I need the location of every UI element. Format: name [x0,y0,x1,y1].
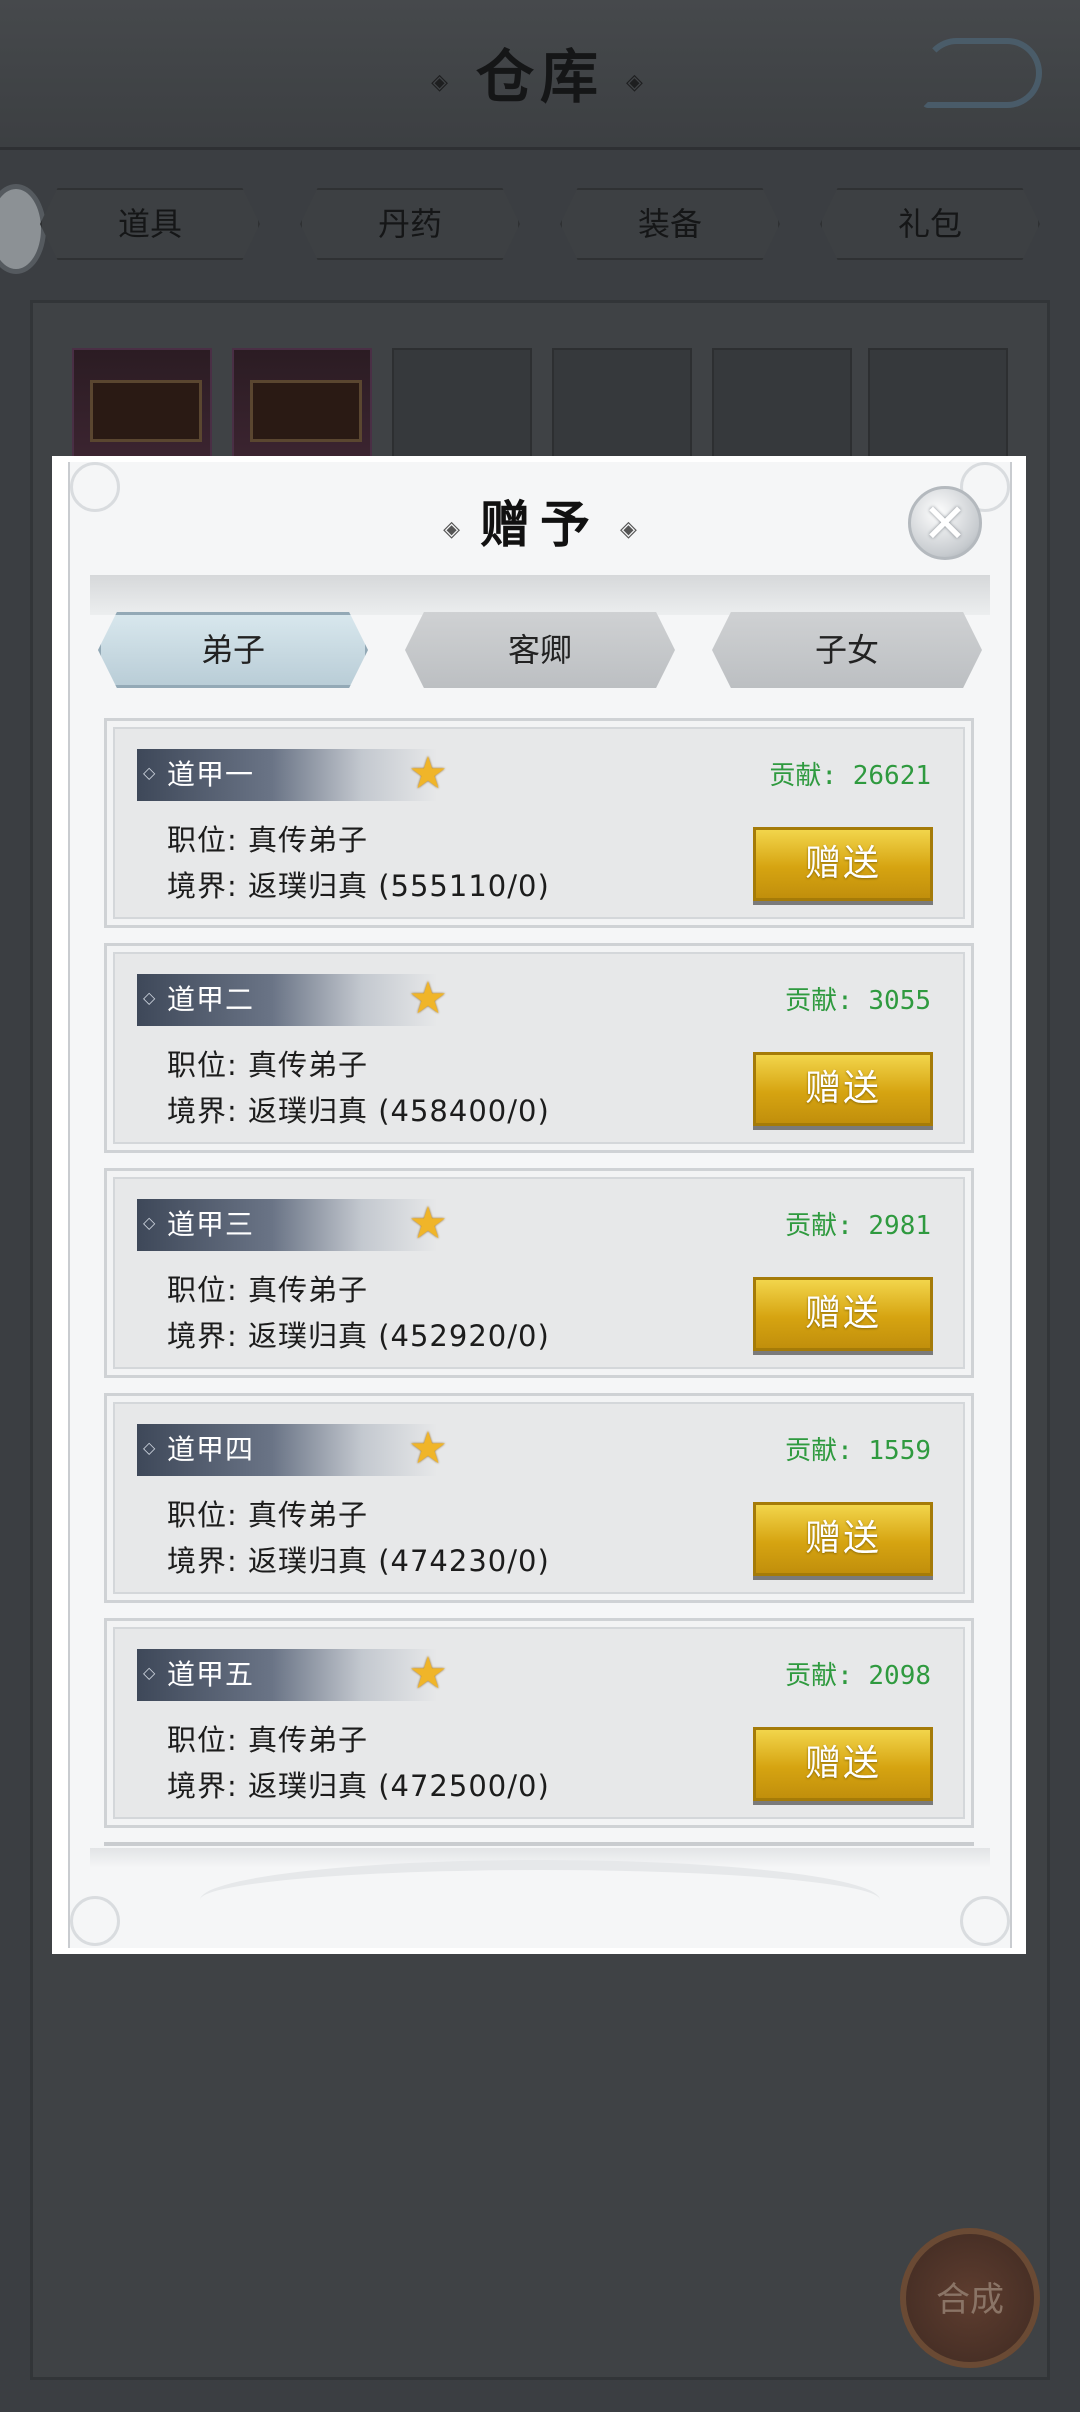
star-icon: ★ [408,1198,448,1249]
realm-text: 境界: 返璞归真 (474230/0) [167,1544,550,1578]
warehouse-tab-items[interactable]: 道具 [40,188,260,260]
empty-item-slot[interactable] [712,348,852,458]
modal-top-edge [52,456,1026,461]
diamond-ornament-icon: ◇ [143,1663,156,1682]
realm-text: 境界: 返璞归真 (452920/0) [167,1319,550,1353]
diamond-ornament-icon: ◇ [143,763,156,782]
position-text: 职位: 真传弟子 [167,1723,368,1757]
disciple-name: 道甲四 [167,1433,255,1466]
diamond-ornament-icon: ◇ [143,1438,156,1457]
diamond-ornament-icon: ◇ [143,988,156,1007]
title-divider [90,575,990,615]
disciple-card: ◇ 道甲四 ★ 贡献: 1559 职位: 真传弟子 境界: 返璞归真 (4742… [104,1393,974,1603]
contribution-value: 贡献: 2981 [785,1211,931,1241]
compose-label: 合成 [936,2280,1004,2320]
disciple-card: ◇ 道甲五 ★ 贡献: 2098 职位: 真传弟子 境界: 返璞归真 (4725… [104,1618,974,1828]
chest-item-slot[interactable] [232,348,372,458]
chest-item-slot[interactable] [72,348,212,458]
star-icon: ★ [408,1648,448,1699]
give-button[interactable]: 赠送 [753,1277,933,1351]
corner-ornament-icon [960,1896,1010,1946]
warehouse-tab-bar: 道具 丹药 装备 礼包 [0,188,1080,260]
disciple-name: 道甲一 [167,758,255,791]
position-text: 职位: 真传弟子 [167,1048,368,1082]
diamond-ornament-icon: ◈ [626,69,649,95]
star-icon: ★ [408,748,448,799]
warehouse-title: ◈ 仓库 ◈ [431,43,649,111]
diamond-ornament-icon: ◇ [143,1213,156,1232]
diamond-ornament-icon: ◈ [620,516,637,542]
close-icon: ✕ [922,492,968,555]
empty-item-slot[interactable] [868,348,1008,458]
give-button[interactable]: 赠送 [753,1727,933,1801]
star-icon: ★ [408,973,448,1024]
diamond-ornament-icon: ◈ [443,516,460,542]
disciple-card: ◇ 道甲三 ★ 贡献: 2981 职位: 真传弟子 境界: 返璞归真 (4529… [104,1168,974,1378]
disciple-card: ◇ 道甲二 ★ 贡献: 3055 职位: 真传弟子 境界: 返璞归真 (4584… [104,943,974,1153]
position-text: 职位: 真传弟子 [167,1498,368,1532]
empty-item-slot[interactable] [392,348,532,458]
realm-text: 境界: 返璞归真 (458400/0) [167,1094,550,1128]
give-button[interactable]: 赠送 [753,1502,933,1576]
list-bottom-divider [104,1842,974,1846]
disciple-name: 道甲三 [167,1208,255,1241]
give-button[interactable]: 赠送 [753,1052,933,1126]
modal-bottom-edge [52,1949,1026,1954]
diamond-ornament-icon: ◈ [431,69,454,95]
empty-item-slot[interactable] [552,348,692,458]
contribution-value: 贡献: 3055 [785,986,931,1016]
warehouse-tab-pills[interactable]: 丹药 [300,188,520,260]
contribution-value: 贡献: 26621 [769,761,931,791]
back-icon[interactable] [922,38,1042,108]
modal-title: ◈ 赠予 ◈ [443,495,637,554]
cloud-swirl-decoration [200,1860,880,1940]
contribution-value: 贡献: 1559 [785,1436,931,1466]
position-text: 职位: 真传弟子 [167,1273,368,1307]
disciple-name: 道甲五 [167,1658,255,1691]
tab-guest-elders[interactable]: 客卿 [405,612,675,688]
give-button[interactable]: 赠送 [753,827,933,901]
warehouse-tab-equipment[interactable]: 装备 [560,188,780,260]
tab-disciples[interactable]: 弟子 [98,612,368,688]
star-icon: ★ [408,1423,448,1474]
realm-text: 境界: 返璞归真 (555110/0) [167,869,550,903]
disciple-name: 道甲二 [167,983,255,1016]
position-text: 职位: 真传弟子 [167,823,368,857]
corner-ornament-icon [70,1896,120,1946]
contribution-value: 贡献: 2098 [785,1661,931,1691]
warehouse-tab-gift-pack[interactable]: 礼包 [820,188,1040,260]
disciple-card: ◇ 道甲一 ★ 贡献: 26621 职位: 真传弟子 境界: 返璞归真 (555… [104,718,974,928]
realm-text: 境界: 返璞归真 (472500/0) [167,1769,550,1803]
tab-children[interactable]: 子女 [712,612,982,688]
close-button[interactable]: ✕ [908,486,982,560]
